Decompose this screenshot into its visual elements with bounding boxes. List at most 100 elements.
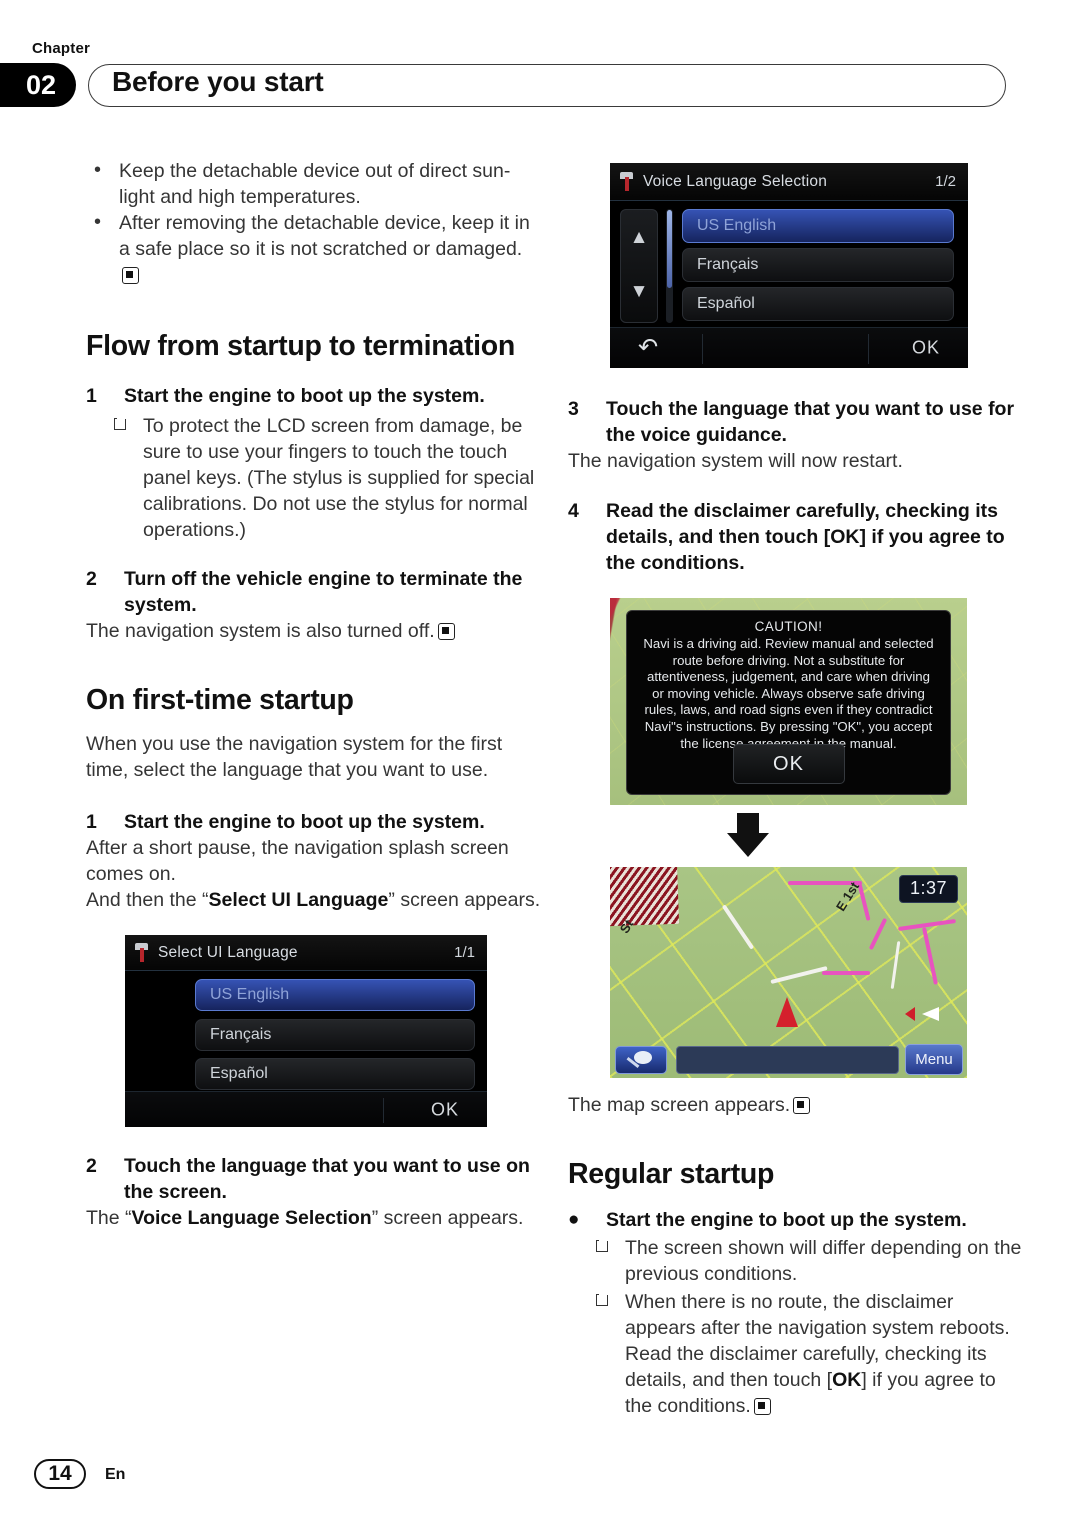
clock-display: 1:37 (898, 875, 958, 903)
step-text: Touch the language that you want to use … (606, 398, 1015, 446)
left-column: Keep the detachable device out of direct… (86, 157, 541, 1231)
section-end-marker-icon (753, 1398, 771, 1415)
page-indicator: 1/1 (454, 944, 475, 961)
step-text: Start the engine to boot up the system. (124, 385, 485, 407)
screen-name-voice-language-selection: Voice Language Selection (131, 1207, 372, 1229)
ok-button[interactable]: OK (431, 1099, 459, 1120)
list-item: After removing the detachable device, ke… (86, 209, 541, 288)
first-time-step-2-result: The “Voice Language Selection” screen ap… (86, 1205, 541, 1231)
route-line (822, 971, 870, 975)
footer-language-code: En (105, 1466, 126, 1483)
page-title: Before you start (112, 66, 324, 97)
section-end-marker-icon (793, 1097, 811, 1114)
heading-flow-from-startup: Flow from startup to termination (86, 330, 515, 362)
step-4: 4 Read the disclaimer carefully, checkin… (568, 498, 1023, 576)
scrollbar-thumb[interactable] (667, 210, 672, 288)
note-square-icon (114, 415, 129, 430)
double-chevron-down-icon[interactable]: ▼ (630, 282, 649, 301)
list-item: Keep the detachable device out of direct… (86, 157, 541, 210)
regular-note-2: When there is no route, the disclaimer a… (592, 1289, 1023, 1419)
screenshot-voice-language-selection: Voice Language Selection 1/2 ▲ ▼ US Engl… (610, 163, 968, 368)
language-option-espanol[interactable]: Español (195, 1058, 475, 1090)
bullet-text-1: Keep the detachable device out of direct… (119, 160, 511, 208)
heading-on-first-time-startup: On first-time startup (86, 684, 354, 716)
result-suffix: ” screen appears. (388, 889, 541, 911)
screenshot-select-ui-language: Select UI Language 1/1 US English França… (125, 935, 487, 1127)
step-number: 3 (568, 398, 579, 420)
wrench-icon (135, 943, 148, 962)
first-time-step-1-result-a: After a short pause, the navigation spla… (86, 837, 509, 885)
step-number: 4 (568, 500, 579, 522)
caution-title: CAUTION! (754, 619, 823, 634)
section-end-marker-icon (122, 267, 139, 284)
ok-button[interactable]: OK (912, 338, 940, 359)
vehicle-position-icon (776, 997, 798, 1027)
right-column: Voice Language Selection 1/2 ▲ ▼ US Engl… (568, 158, 1023, 1419)
step-number: 2 (86, 1155, 97, 1177)
result-prefix: And then the “ (86, 889, 209, 911)
bullet-dot-icon: ● (568, 1209, 580, 1230)
map-caption: The map screen appears. (568, 1092, 1023, 1118)
screenshot-caution-dialog: CAUTION! Navi is a driving aid. Review m… (610, 598, 967, 805)
step-number: 2 (86, 568, 97, 590)
note-text: The screen shown will differ depending o… (625, 1237, 1022, 1285)
note-square-icon (596, 1291, 611, 1306)
first-time-intro: When you use the navigation system for t… (86, 733, 503, 781)
screenshot-map-screen: St E 1st 1:37 Menu (610, 867, 967, 1078)
heading-regular-startup: Regular startup (568, 1158, 775, 1190)
screen-header: Select UI Language 1/1 (125, 935, 487, 971)
double-chevron-up-icon[interactable]: ▲ (630, 228, 649, 247)
step-text: Start the engine to boot up the system. (124, 811, 485, 833)
language-option-francais[interactable]: Français (682, 248, 954, 282)
arrow-stem (737, 813, 759, 835)
footer-page-number: 14 (34, 1459, 86, 1489)
language-option-francais[interactable]: Français (195, 1019, 475, 1051)
back-arrow-icon[interactable]: ↶ (638, 336, 658, 360)
railway-line (610, 867, 680, 927)
destination-flag-icon (905, 1007, 939, 1021)
section-end-marker-icon (437, 623, 455, 640)
first-time-step-1: 1 Start the engine to boot up the system… (86, 809, 541, 835)
bullet-text-2: After removing the detachable device, ke… (119, 212, 530, 260)
first-time-step-1-result-b: And then the “Select UI Language” screen… (86, 887, 541, 913)
caution-ok-button[interactable]: OK (732, 744, 845, 784)
result-prefix: The “ (86, 1207, 132, 1229)
step-text: Start the engine to boot up the system. (606, 1209, 967, 1231)
bottom-bar-divider-right (868, 334, 869, 364)
ok-key-reference: OK (832, 1369, 862, 1391)
first-time-step-2: 2 Touch the language that you want to us… (86, 1153, 541, 1205)
note-text: To protect the LCD screen from damage, b… (143, 415, 535, 541)
bottom-bar-divider (383, 1098, 384, 1123)
scrollbar[interactable] (666, 209, 673, 323)
regular-note-1: The screen shown will differ depending o… (592, 1235, 1023, 1287)
precaution-bullet-list: Keep the detachable device out of direct… (86, 157, 541, 288)
page-indicator: 1/2 (935, 173, 956, 190)
street-name-field (676, 1046, 899, 1074)
map-caption-text: The map screen appears. (568, 1094, 791, 1116)
language-option-espanol[interactable]: Español (682, 287, 954, 321)
screen-title: Voice Language Selection (643, 172, 828, 190)
step-2-result-text: The navigation system is also turned off… (86, 620, 435, 642)
chapter-number-badge: 02 (0, 63, 76, 107)
screen-name-select-ui-language: Select UI Language (208, 889, 389, 911)
bottom-bar-divider-left (702, 334, 703, 364)
step-number: 1 (86, 385, 97, 407)
chapter-label: Chapter (32, 40, 91, 57)
note-lcd-protection: To protect the LCD screen from damage, b… (110, 413, 541, 543)
language-option-us-english[interactable]: US English (195, 979, 475, 1011)
scroll-arrows-pane: ▲ ▼ (620, 209, 658, 323)
step-text: Turn off the vehicle engine to terminate… (124, 568, 523, 616)
map-bottom-bar: Menu (610, 1044, 967, 1078)
screen-bottom-bar: ↶ OK (610, 327, 968, 368)
menu-button[interactable]: Menu (905, 1044, 963, 1075)
language-option-us-english[interactable]: US English (682, 209, 954, 243)
magnifier-map-icon[interactable] (615, 1046, 667, 1074)
step-text: Read the disclaimer carefully, checking … (606, 500, 1005, 574)
step-number: 1 (86, 811, 97, 833)
caution-body-text: Navi is a driving aid. Review manual and… (643, 636, 934, 751)
result-suffix: ” screen appears. (371, 1207, 524, 1229)
caution-dialog: CAUTION! Navi is a driving aid. Review m… (626, 610, 951, 795)
step-2: 2 Turn off the vehicle engine to termina… (86, 566, 541, 618)
step-text: Touch the language that you want to use … (124, 1155, 530, 1203)
screen-bottom-bar: OK (125, 1091, 487, 1127)
